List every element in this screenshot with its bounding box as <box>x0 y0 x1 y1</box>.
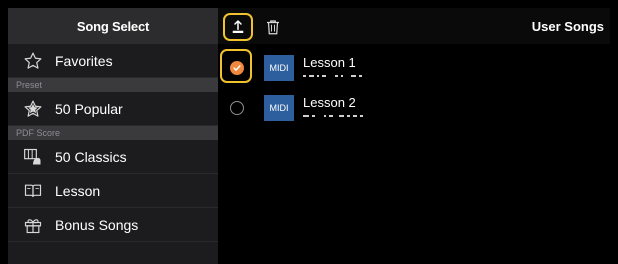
main-panel: User Songs MIDI Lesson 1 MIDI Lesson 2 <box>218 8 610 264</box>
sidebar-item-lesson[interactable]: Lesson <box>8 174 218 208</box>
midi-badge: MIDI <box>264 55 294 81</box>
song-row-lesson-1[interactable]: MIDI Lesson 1 <box>218 49 610 87</box>
upload-icon <box>229 18 247 36</box>
delete-button[interactable] <box>258 13 288 41</box>
trash-icon <box>264 18 282 36</box>
song-subtitle-redacted <box>303 112 363 120</box>
section-label-pdf-score: PDF Score <box>8 126 218 140</box>
sidebar-item-bonus-songs[interactable]: Bonus Songs <box>8 208 218 242</box>
empty-circle-icon <box>230 101 244 115</box>
sidebar-item-label: 50 Popular <box>55 100 123 117</box>
page-title: User Songs <box>531 18 604 34</box>
midi-badge: MIDI <box>264 95 294 121</box>
sidebar-item-label: Bonus Songs <box>55 216 139 233</box>
song-checkbox[interactable] <box>218 49 256 87</box>
sidebar-item-label: Favorites <box>55 52 113 69</box>
sidebar-item-label: Lesson <box>55 182 101 199</box>
song-row-lesson-2[interactable]: MIDI Lesson 2 <box>218 89 610 127</box>
sidebar-item-50-popular[interactable]: 50 Popular <box>8 92 218 126</box>
star-burst-icon <box>22 98 44 120</box>
sidebar-item-50-classics[interactable]: 50 Classics <box>8 140 218 174</box>
toolbar: User Songs <box>218 8 610 44</box>
sidebar-title: Song Select <box>8 8 218 44</box>
checkmark-icon <box>230 61 244 75</box>
sidebar: Song Select Favorites Preset 50 Popular … <box>8 8 218 264</box>
gift-icon <box>22 214 44 236</box>
section-label-preset: Preset <box>8 78 218 92</box>
sidebar-item-favorites[interactable]: Favorites <box>8 44 218 78</box>
star-outline-icon <box>22 50 44 72</box>
song-title: Lesson 1 <box>303 55 356 70</box>
piano-hand-icon <box>22 146 44 168</box>
song-checkbox[interactable] <box>218 89 256 127</box>
sidebar-item-label: 50 Classics <box>55 148 127 165</box>
upload-button[interactable] <box>223 13 253 41</box>
book-icon <box>22 180 44 202</box>
song-subtitle-redacted <box>303 72 362 80</box>
song-title: Lesson 2 <box>303 95 356 110</box>
